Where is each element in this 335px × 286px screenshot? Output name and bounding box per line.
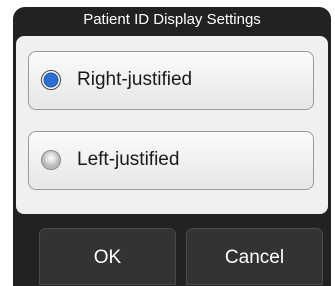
dialog-title: Patient ID Display Settings bbox=[83, 11, 261, 28]
option-left-justified[interactable]: Left-justified bbox=[28, 131, 314, 190]
options-panel: Right-justified Left-justified bbox=[16, 36, 328, 214]
option-right-justified-label: Right-justified bbox=[77, 69, 193, 90]
ok-button[interactable]: OK bbox=[39, 228, 176, 285]
radio-unselected-icon[interactable] bbox=[41, 150, 61, 170]
cancel-button[interactable]: Cancel bbox=[186, 228, 323, 285]
option-left-justified-label: Left-justified bbox=[77, 149, 180, 170]
option-right-justified[interactable]: Right-justified bbox=[28, 51, 314, 110]
patient-id-display-settings-dialog: Patient ID Display Settings Right-justif… bbox=[13, 7, 331, 286]
radio-selected-icon[interactable] bbox=[41, 70, 61, 90]
